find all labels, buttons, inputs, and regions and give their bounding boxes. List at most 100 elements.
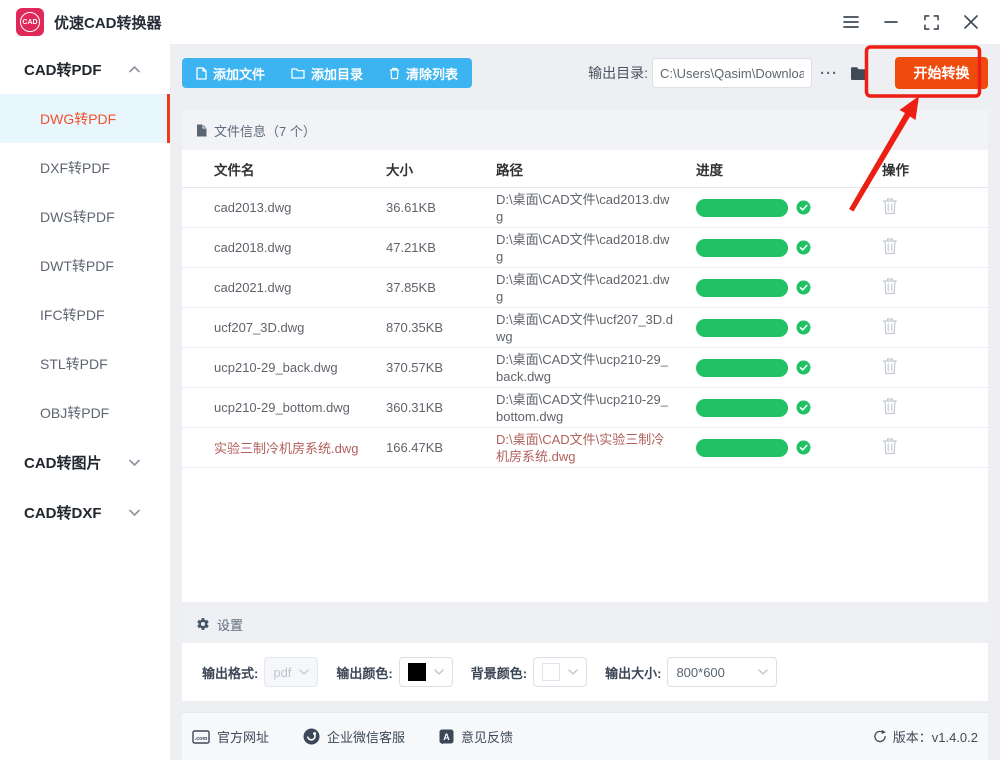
clear-list-button[interactable]: 清除列表: [389, 64, 458, 83]
add-file-button[interactable]: 添加文件: [196, 64, 265, 83]
add-directory-button[interactable]: 添加目录: [291, 64, 363, 83]
feedback-link[interactable]: A 意见反馈: [439, 727, 513, 746]
output-color-select[interactable]: [399, 657, 453, 687]
progress-bar: [696, 359, 788, 377]
progress-indicator: [696, 239, 876, 257]
delete-file-icon[interactable]: [882, 317, 898, 335]
output-format-select[interactable]: pdf: [264, 657, 318, 687]
app-title: 优速CAD转换器: [54, 12, 162, 33]
svg-text:.com: .com: [195, 736, 208, 742]
official-website-link[interactable]: .com 官方网址: [192, 727, 269, 746]
feedback-icon: A: [439, 729, 454, 745]
sidebar: CAD转PDF DWG转PDF DXF转PDF DWS转PDF DWT转PDF …: [0, 44, 170, 760]
close-icon[interactable]: [962, 13, 980, 31]
column-filename: 文件名: [214, 159, 386, 179]
progress-bar: [696, 279, 788, 297]
settings-panel: 输出格式: pdf 输出颜色: 背景颜色: 输出大小: 800*600: [182, 643, 988, 701]
output-directory-input[interactable]: [652, 58, 812, 88]
table-header: 文件名 大小 路径 进度 操作: [182, 150, 988, 188]
file-info-header: 文件信息（7 个）: [182, 110, 988, 150]
wechat-service-icon: [303, 728, 320, 745]
chevron-down-icon: [568, 669, 578, 675]
delete-file-icon[interactable]: [882, 397, 898, 415]
sidebar-group-cad-to-pdf[interactable]: CAD转PDF: [0, 44, 170, 94]
progress-indicator: [696, 199, 876, 217]
progress-indicator: [696, 319, 876, 337]
wechat-support-link[interactable]: 企业微信客服: [303, 727, 405, 746]
chevron-down-icon: [129, 459, 140, 466]
output-directory-label: 输出目录:: [588, 63, 648, 83]
sidebar-item-dwt-to-pdf[interactable]: DWT转PDF: [0, 241, 170, 290]
refresh-icon[interactable]: [873, 729, 887, 744]
check-circle-icon: [796, 400, 811, 415]
chevron-down-icon: [758, 669, 768, 675]
check-circle-icon: [796, 360, 811, 375]
check-circle-icon: [796, 200, 811, 215]
chevron-down-icon: [434, 669, 444, 675]
sidebar-group-cad-to-dxf[interactable]: CAD转DXF: [0, 487, 170, 537]
sidebar-item-obj-to-pdf[interactable]: OBJ转PDF: [0, 388, 170, 437]
progress-bar: [696, 239, 788, 257]
menu-icon[interactable]: [842, 13, 860, 31]
sidebar-item-ifc-to-pdf[interactable]: IFC转PDF: [0, 290, 170, 339]
progress-indicator: [696, 279, 876, 297]
progress-bar: [696, 319, 788, 337]
version-info: 版本：v1.4.0.2: [873, 727, 978, 746]
check-circle-icon: [796, 440, 811, 455]
file-panel: 文件信息（7 个） 文件名 大小 路径 进度 操作 cad2013.dwg 36…: [182, 110, 988, 602]
delete-file-icon[interactable]: [882, 357, 898, 375]
chevron-down-icon: [299, 669, 309, 675]
document-icon: [196, 124, 207, 137]
table-row: ucp210-29_bottom.dwg 360.31KB D:\桌面\CAD文…: [182, 388, 988, 428]
column-path: 路径: [496, 159, 696, 179]
gear-icon: [196, 617, 210, 631]
trash-icon: [389, 67, 400, 80]
background-color-select[interactable]: [533, 657, 587, 687]
chevron-up-icon: [129, 66, 140, 73]
app-window: CAD 优速CAD转换器 CAD转PDF DWG转PDF DXF: [0, 0, 1000, 760]
maximize-icon[interactable]: [922, 13, 940, 31]
delete-file-icon[interactable]: [882, 277, 898, 295]
open-folder-button[interactable]: [850, 66, 869, 81]
progress-indicator: [696, 399, 876, 417]
toolbar: 添加文件 添加目录 清除列表 输出目录: ··· 开始转换: [182, 57, 988, 89]
settings-header: 设置: [182, 605, 988, 643]
start-convert-button[interactable]: 开始转换: [895, 57, 988, 89]
progress-indicator: [696, 359, 876, 377]
table-row: cad2013.dwg 36.61KB D:\桌面\CAD文件\cad2013.…: [182, 188, 988, 228]
delete-file-icon[interactable]: [882, 237, 898, 255]
footer: .com 官方网址 企业微信客服 A 意见反馈 版本：v1.4.0.2: [182, 712, 988, 760]
sidebar-group-label: CAD转图片: [24, 452, 102, 473]
titlebar: CAD 优速CAD转换器: [0, 0, 1000, 44]
progress-bar: [696, 199, 788, 217]
file-icon: [196, 67, 207, 80]
main-area: 添加文件 添加目录 清除列表 输出目录: ··· 开始转换: [170, 44, 1000, 760]
sidebar-group-cad-to-image[interactable]: CAD转图片: [0, 437, 170, 487]
table-row: ucp210-29_back.dwg 370.57KB D:\桌面\CAD文件\…: [182, 348, 988, 388]
sidebar-item-dxf-to-pdf[interactable]: DXF转PDF: [0, 143, 170, 192]
browse-more-button[interactable]: ···: [820, 65, 838, 82]
table-row: cad2021.dwg 37.85KB D:\桌面\CAD文件\cad2021.…: [182, 268, 988, 308]
output-size-select[interactable]: 800*600: [667, 657, 777, 687]
delete-file-icon[interactable]: [882, 437, 898, 455]
output-color-label: 输出颜色:: [336, 663, 392, 682]
column-progress: 进度: [696, 159, 876, 179]
sidebar-item-dws-to-pdf[interactable]: DWS转PDF: [0, 192, 170, 241]
column-operation: 操作: [876, 159, 988, 179]
check-circle-icon: [796, 240, 811, 255]
progress-bar: [696, 439, 788, 457]
check-circle-icon: [796, 280, 811, 295]
app-logo-icon: CAD: [16, 8, 44, 36]
table-row: cad2018.dwg 47.21KB D:\桌面\CAD文件\cad2018.…: [182, 228, 988, 268]
sidebar-item-dwg-to-pdf[interactable]: DWG转PDF: [0, 94, 170, 143]
sidebar-group-label: CAD转DXF: [24, 502, 102, 523]
table-row: ucf207_3D.dwg 870.35KB D:\桌面\CAD文件\ucf20…: [182, 308, 988, 348]
white-color-swatch: [542, 663, 560, 681]
version-text: 版本：v1.4.0.2: [893, 727, 978, 746]
svg-text:A: A: [443, 732, 450, 742]
minimize-icon[interactable]: [882, 13, 900, 31]
output-size-label: 输出大小:: [605, 663, 661, 682]
sidebar-item-stl-to-pdf[interactable]: STL转PDF: [0, 339, 170, 388]
delete-file-icon[interactable]: [882, 197, 898, 215]
output-format-label: 输出格式:: [202, 663, 258, 682]
